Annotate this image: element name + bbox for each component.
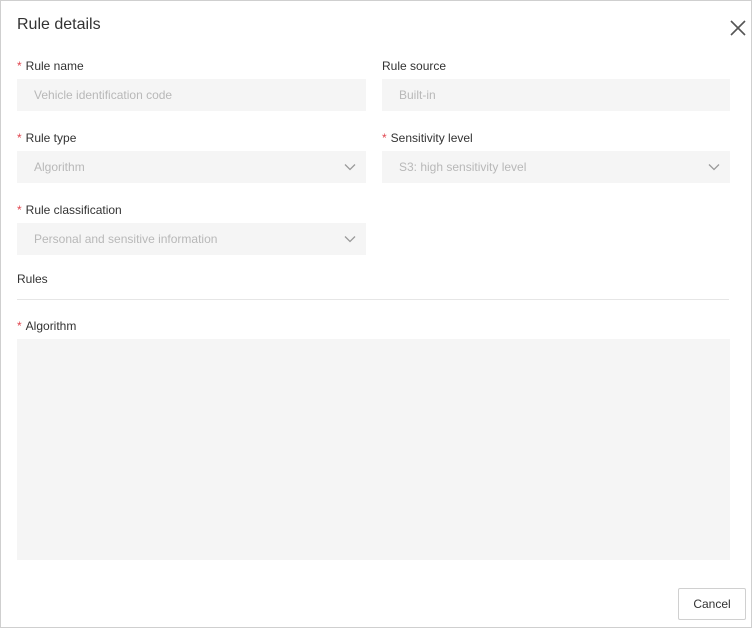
rule-details-dialog: Rule details * Rule name Vehicle identifi… (0, 0, 752, 628)
sensitivity-level-select[interactable]: S3: high sensitivity level (382, 151, 730, 183)
chevron-down-icon[interactable] (344, 233, 356, 245)
sensitivity-level-label: * Sensitivity level (382, 131, 473, 145)
rule-classification-value: Personal and sensitive information (34, 232, 218, 246)
required-marker: * (17, 59, 22, 73)
rule-classification-select[interactable]: Personal and sensitive information (17, 223, 366, 255)
rule-source-value: Built-in (399, 88, 436, 102)
chevron-down-icon[interactable] (708, 161, 720, 173)
rule-source-label: Rule source (382, 59, 447, 73)
rule-name-label: * Rule name (17, 59, 84, 73)
rule-name-field[interactable]: Vehicle identification code (17, 79, 366, 111)
algorithm-textarea[interactable] (17, 339, 730, 560)
chevron-down-icon[interactable] (344, 161, 356, 173)
close-icon[interactable] (728, 18, 748, 38)
section-divider (17, 299, 729, 300)
required-marker: * (17, 319, 22, 333)
rules-section-title: Rules (17, 272, 48, 286)
rule-type-label: * Rule type (17, 131, 77, 145)
rule-classification-label: * Rule classification (17, 203, 122, 217)
required-marker: * (382, 131, 387, 145)
sensitivity-level-value: S3: high sensitivity level (399, 160, 527, 174)
algorithm-label: * Algorithm (17, 319, 77, 333)
dialog-title: Rule details (17, 16, 101, 33)
rule-type-value: Algorithm (34, 160, 85, 174)
cancel-button[interactable]: Cancel (678, 588, 746, 620)
required-marker: * (17, 203, 22, 217)
rule-name-value: Vehicle identification code (34, 88, 173, 102)
required-marker: * (17, 131, 22, 145)
rule-source-field[interactable]: Built-in (382, 79, 730, 111)
rule-type-select[interactable]: Algorithm (17, 151, 366, 183)
